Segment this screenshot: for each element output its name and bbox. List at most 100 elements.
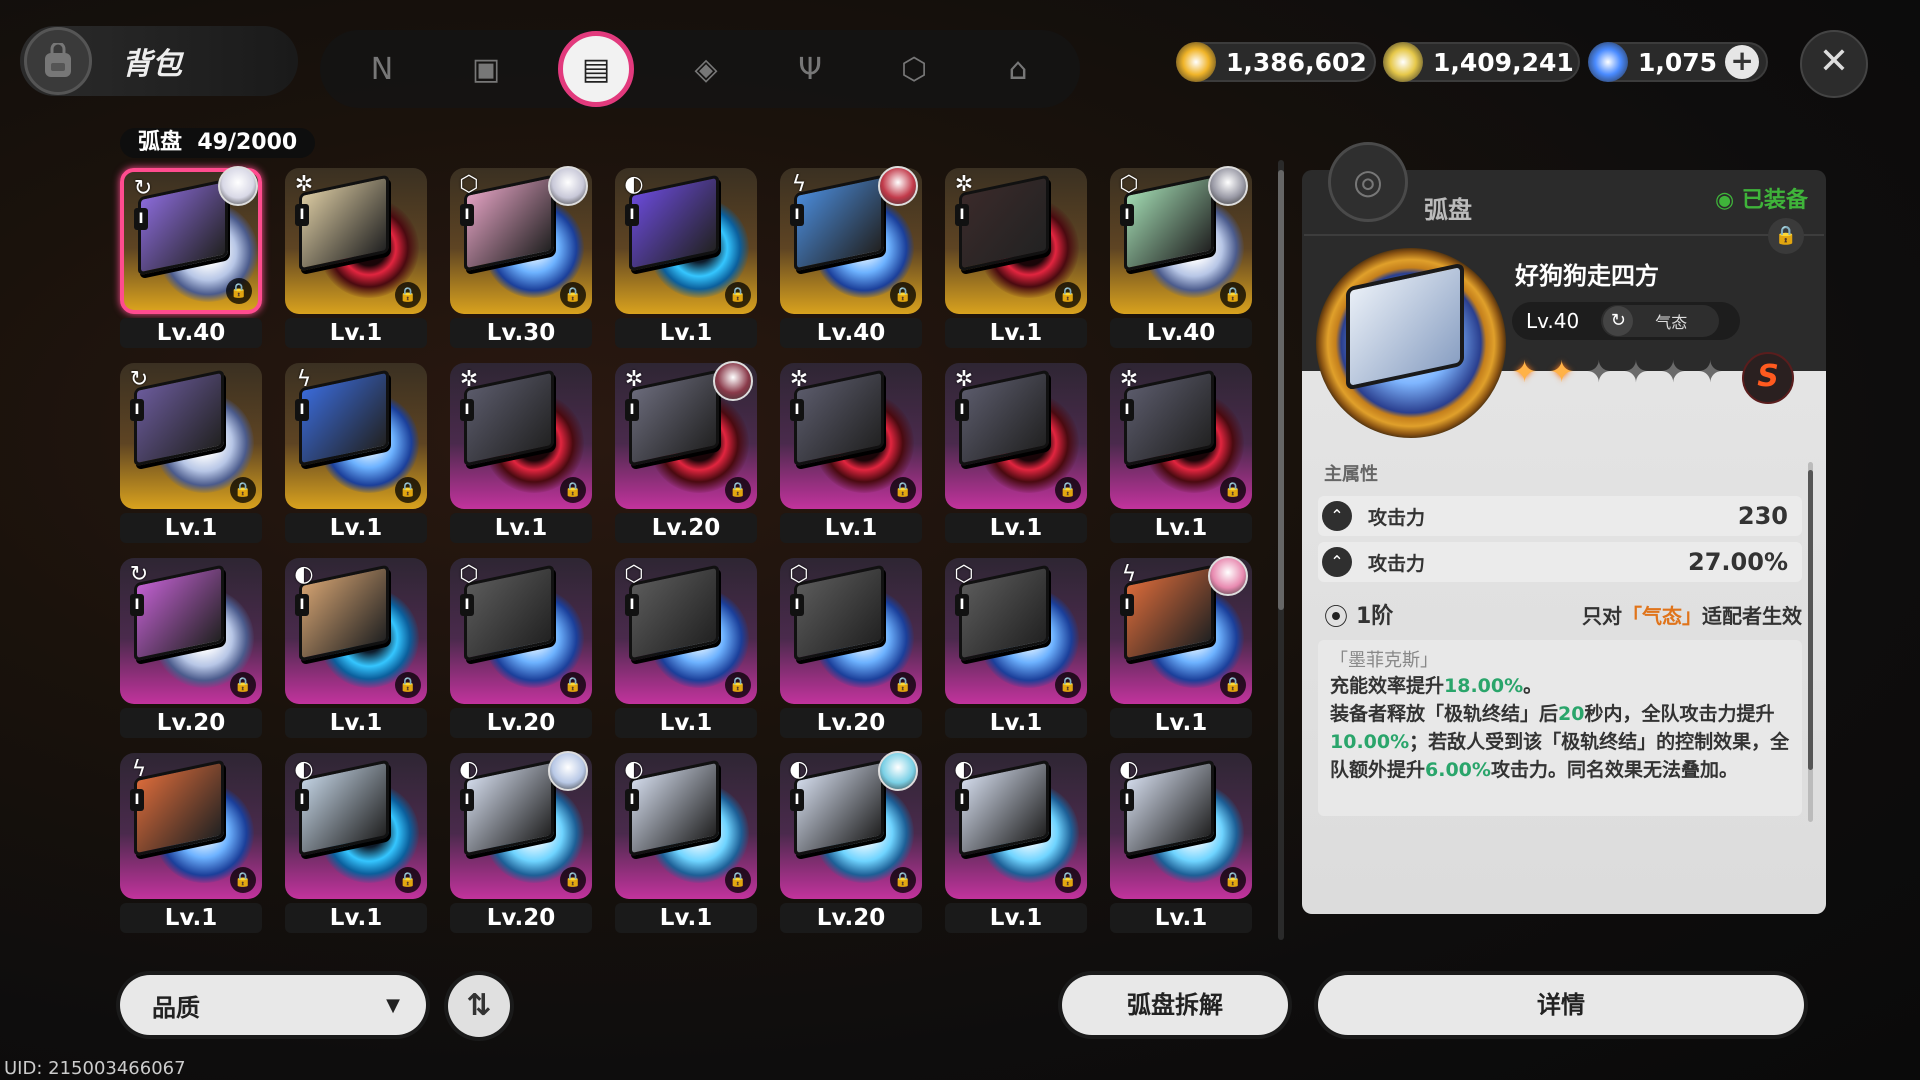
disc-item[interactable]: ◐ I 🔒 Lv.1 xyxy=(277,558,427,748)
bag-header[interactable]: 背包 xyxy=(20,26,298,96)
disc-item[interactable]: ◐ I 🔒 Lv.1 xyxy=(1102,753,1252,943)
attribute-icon: ✲ xyxy=(294,172,314,197)
tab-cube[interactable]: ◈ xyxy=(674,37,738,101)
tier-row: ⦿ 1阶 只对「气态」适配者生效 xyxy=(1318,592,1802,636)
details-button[interactable]: 详情 xyxy=(1318,975,1804,1035)
lock-icon: 🔒 xyxy=(890,282,916,308)
disc-item[interactable]: ⬡ I 🔒 Lv.1 xyxy=(937,558,1087,748)
sort-order-button[interactable]: ⇅ xyxy=(448,975,510,1037)
tab-fork-knife[interactable]: Ψ xyxy=(778,37,842,101)
grid-scrollbar-thumb[interactable] xyxy=(1278,170,1284,610)
equipped-character-avatar xyxy=(218,166,258,206)
tier-condition: 只对「气态」适配者生效 xyxy=(1582,600,1802,629)
disc-level: Lv.1 xyxy=(945,903,1087,933)
disc-item[interactable]: ✲ I 🔒 Lv.1 xyxy=(772,363,922,553)
disc-item[interactable]: ◐ I 🔒 Lv.1 xyxy=(607,168,757,358)
disc-item[interactable]: ◐ I 🔒 Lv.1 xyxy=(937,753,1087,943)
tier-marker-icon: I xyxy=(130,399,144,421)
disc-card: ✲ I 🔒 xyxy=(1110,363,1252,509)
disc-item[interactable]: ⬡ I 🔒 Lv.20 xyxy=(772,558,922,748)
lock-icon: 🔒 xyxy=(230,867,256,893)
disc-level: Lv.1 xyxy=(945,318,1087,348)
close-button[interactable]: ✕ xyxy=(1800,30,1868,98)
tier-marker-icon: I xyxy=(625,594,639,616)
disc-card: ◐ I 🔒 xyxy=(285,753,427,899)
tab-package[interactable]: ⬡ xyxy=(882,37,946,101)
disc-level: Lv.1 xyxy=(1110,708,1252,738)
disc-item[interactable]: ◐ I 🔒 Lv.1 xyxy=(277,753,427,943)
lock-icon: 🔒 xyxy=(560,672,586,698)
tier-marker-icon: I xyxy=(1120,789,1134,811)
lock-icon: 🔒 xyxy=(1055,282,1081,308)
dismantle-button[interactable]: 弧盘拆解 xyxy=(1062,975,1288,1035)
attack-icon: ⌃ xyxy=(1322,547,1352,577)
tier-marker-icon: I xyxy=(460,204,474,226)
disc-card: ↻ I 🔒 xyxy=(120,363,262,509)
attribute-icon: ⬡ xyxy=(1119,172,1139,197)
tier-marker-icon: I xyxy=(955,594,969,616)
star-icon: ✦ xyxy=(1660,355,1686,390)
attribute-icon: ◐ xyxy=(459,757,479,782)
filter-label: 品质 xyxy=(152,993,200,1022)
disc-item[interactable]: ✲ I 🔒 Lv.1 xyxy=(277,168,427,358)
grid-scrollbar[interactable] xyxy=(1278,160,1284,940)
rarity-badge: S xyxy=(1742,352,1794,404)
tab-n-logo[interactable]: N xyxy=(350,37,414,101)
disc-item[interactable]: ✲ I 🔒 Lv.20 xyxy=(607,361,757,553)
tier-marker-icon: I xyxy=(625,399,639,421)
tier-marker-icon: I xyxy=(625,789,639,811)
lock-icon: 🔒 xyxy=(1220,477,1246,503)
disc-item[interactable]: ⬡ I 🔒 Lv.40 xyxy=(1102,166,1252,358)
disc-card: ⬡ I 🔒 xyxy=(450,558,592,704)
disc-item[interactable]: ◐ I 🔒 Lv.1 xyxy=(607,753,757,943)
disc-item[interactable]: ϟ I 🔒 Lv.1 xyxy=(277,363,427,553)
disc-level: Lv.30 xyxy=(450,318,592,348)
disc-item[interactable]: ϟ I 🔒 Lv.1 xyxy=(1102,556,1252,748)
disc-item[interactable]: ↻ I 🔒 Lv.1 xyxy=(112,363,262,553)
disc-item[interactable]: ⬡ I 🔒 Lv.20 xyxy=(442,558,592,748)
tier-marker-icon: I xyxy=(130,594,144,616)
attribute-icon: ✲ xyxy=(954,367,974,392)
detail-scrollbar-thumb[interactable] xyxy=(1808,470,1813,770)
quality-filter-dropdown[interactable]: 品质 ▼ xyxy=(120,975,426,1035)
lock-icon: 🔒 xyxy=(395,672,421,698)
disc-item[interactable]: ⬡ I 🔒 Lv.30 xyxy=(442,166,592,358)
attack-icon: ⌃ xyxy=(1322,501,1352,531)
stat-row: ⌃ 攻击力 230 xyxy=(1318,496,1802,536)
disc-level: Lv.1 xyxy=(945,708,1087,738)
disc-item[interactable]: ✲ I 🔒 Lv.1 xyxy=(937,168,1087,358)
disc-item[interactable]: ◐ I 🔒 Lv.20 xyxy=(442,751,592,943)
backpack-icon xyxy=(24,27,92,95)
tab-disc-card[interactable]: ▤ xyxy=(558,31,634,107)
disc-item[interactable]: ✲ I 🔒 Lv.1 xyxy=(937,363,1087,553)
attribute-icon: ⬡ xyxy=(459,562,479,587)
tab-home[interactable]: ⌂ xyxy=(986,37,1050,101)
disc-item[interactable]: ↻ I 🔒 Lv.20 xyxy=(112,558,262,748)
attribute-badge: ↻ 气态 xyxy=(1601,305,1720,337)
disc-level: Lv.20 xyxy=(780,903,922,933)
attribute-icon: ✲ xyxy=(1119,367,1139,392)
lock-icon: 🔒 xyxy=(560,477,586,503)
disc-category-icon: ◎ xyxy=(1328,142,1408,222)
disc-item[interactable]: ↻ I 🔒 Lv.40 xyxy=(112,166,262,358)
disc-level: Lv.20 xyxy=(450,708,592,738)
disc-item[interactable]: ✲ I 🔒 Lv.1 xyxy=(1102,363,1252,553)
lock-icon: 🔒 xyxy=(395,477,421,503)
disc-item[interactable]: ⬡ I 🔒 Lv.1 xyxy=(607,558,757,748)
detail-scrollbar[interactable] xyxy=(1808,462,1813,822)
lock-toggle-icon[interactable]: 🔒 xyxy=(1768,218,1804,254)
disc-item[interactable]: ◐ I 🔒 Lv.20 xyxy=(772,751,922,943)
currency-crystal[interactable]: 1,075 + xyxy=(1588,42,1768,82)
tab-device[interactable]: ▣ xyxy=(454,37,518,101)
attribute-icon: ✲ xyxy=(624,367,644,392)
star-icon: ✦ xyxy=(1697,355,1723,390)
add-currency-button[interactable]: + xyxy=(1725,45,1760,79)
stat-value: 230 xyxy=(1737,502,1788,530)
disc-item[interactable]: ϟ I 🔒 Lv.40 xyxy=(772,166,922,358)
attribute-icon: ◐ xyxy=(294,562,314,587)
disc-item[interactable]: ϟ I 🔒 Lv.1 xyxy=(112,753,262,943)
disc-item[interactable]: ✲ I 🔒 Lv.1 xyxy=(442,363,592,553)
attribute-icon: ϟ xyxy=(791,172,807,197)
n-logo-icon: N xyxy=(370,51,394,87)
tier-marker-icon: I xyxy=(295,204,309,226)
